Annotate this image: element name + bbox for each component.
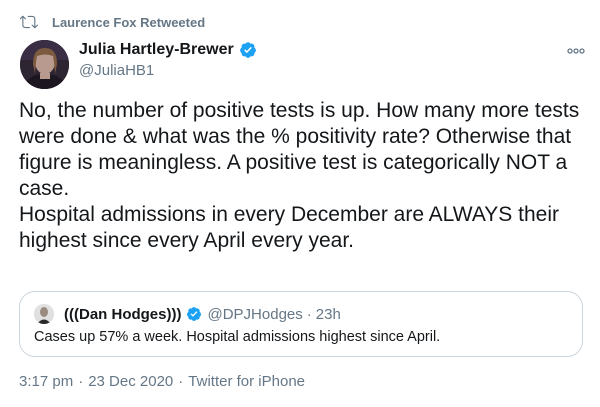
tweet-date[interactable]: 23 Dec 2020 (88, 373, 173, 390)
tweet-metadata: 3:17 pm · 23 Dec 2020 · Twitter for iPhone (19, 373, 305, 390)
retweet-icon (20, 15, 38, 29)
author-avatar[interactable] (20, 40, 69, 89)
author-name[interactable]: Julia Hartley-Brewer (79, 41, 234, 59)
more-options-icon[interactable] (566, 44, 586, 58)
author-photo (20, 40, 69, 89)
tweet-source-link[interactable]: Twitter for iPhone (188, 373, 305, 390)
quote-text: Cases up 57% a week. Hospital admissions… (34, 329, 441, 345)
tweet-paragraph: Hospital admissions in every December ar… (19, 203, 559, 252)
tweet-paragraph: No, the number of positive tests is up. … (19, 99, 580, 200)
separator-dot: · (306, 305, 312, 323)
quote-author-name: (((Dan Hodges))) (64, 305, 182, 323)
separator-dot: · (178, 373, 184, 390)
quote-avatar (34, 304, 54, 324)
quote-photo (34, 304, 54, 324)
separator-dot: · (78, 373, 84, 390)
tweet-time[interactable]: 3:17 pm (19, 373, 73, 390)
quote-timestamp: 23h (315, 305, 341, 323)
quote-author-handle: @DPJHodges (207, 305, 303, 323)
author-handle[interactable]: @JuliaHB1 (79, 62, 257, 79)
verified-badge-icon (239, 42, 256, 58)
retweet-indicator[interactable]: Laurence Fox Retweeted (20, 13, 205, 31)
quoted-tweet[interactable]: (((Dan Hodges))) @DPJHodges · 23h Cases … (19, 291, 583, 357)
tweet-text: No, the number of positive tests is up. … (19, 98, 584, 254)
verified-badge-icon (187, 307, 202, 321)
author-info: Julia Hartley-Brewer @JuliaHB1 (79, 41, 257, 79)
retweet-label: Laurence Fox Retweeted (52, 14, 206, 30)
